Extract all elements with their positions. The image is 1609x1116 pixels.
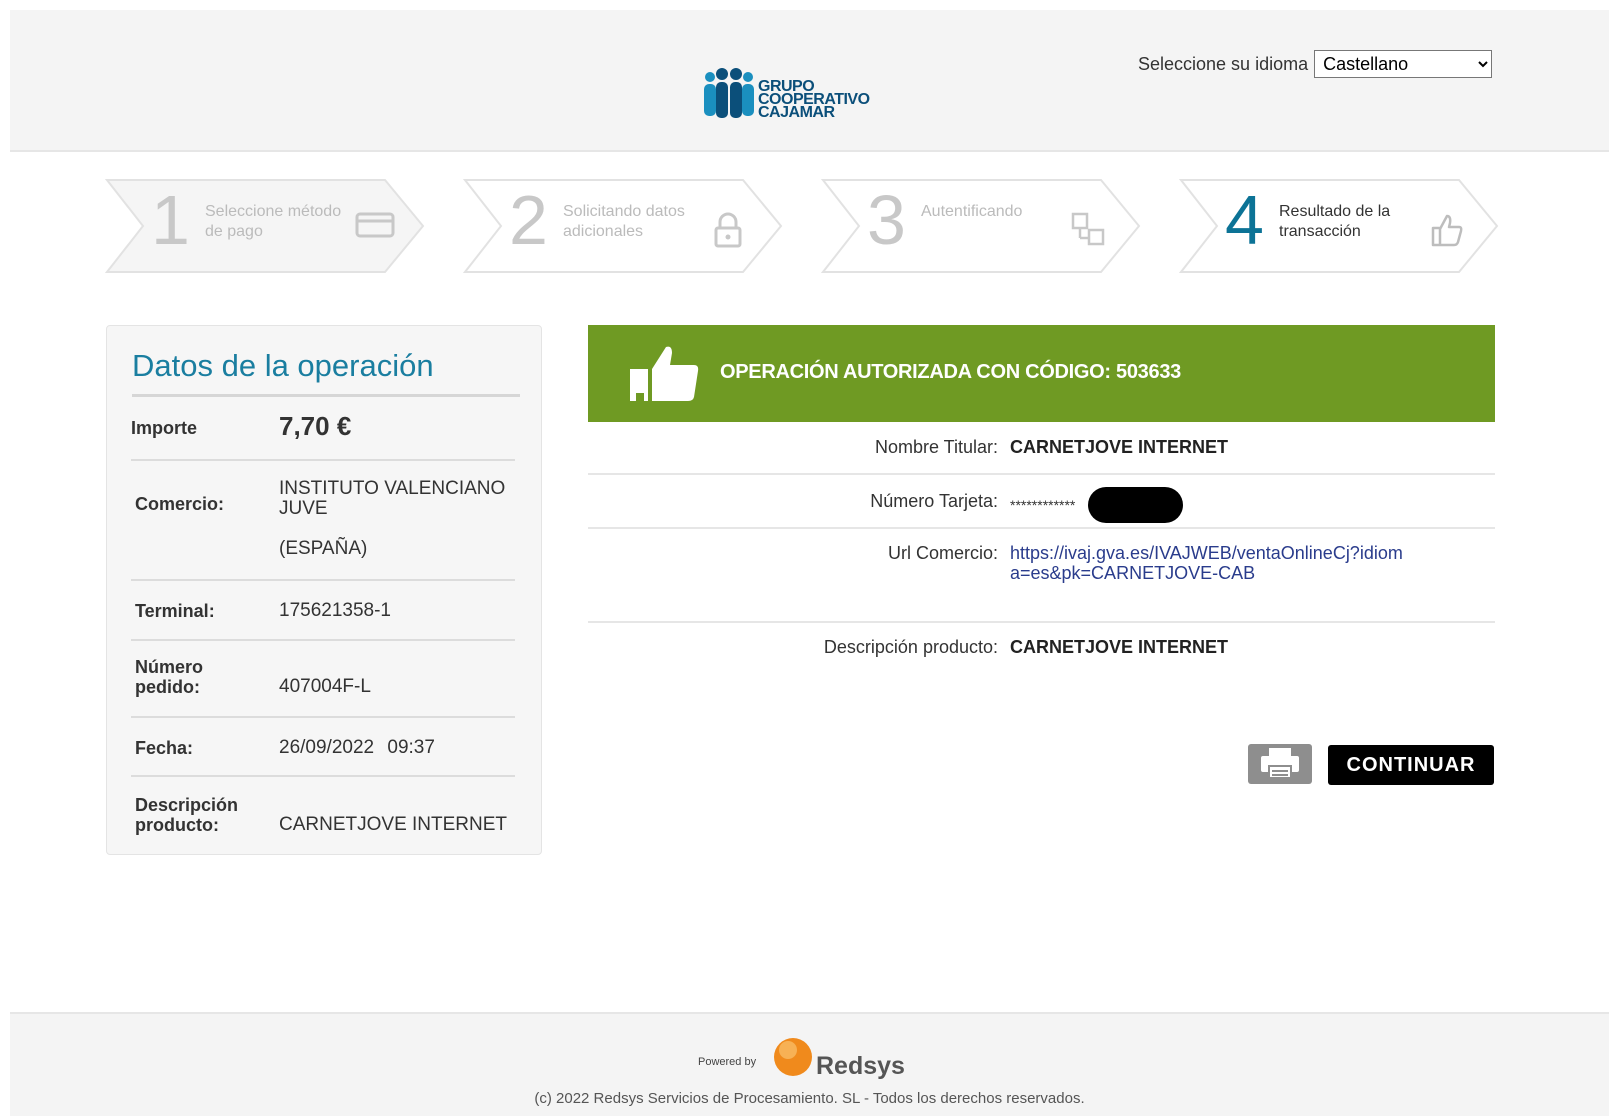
- operation-details-panel: Datos de la operación Importe 7,70 € Com…: [106, 325, 542, 855]
- progress-steps: 1 Seleccione método de pago 2 Solicitand…: [105, 178, 1505, 278]
- product-description-value: CARNETJOVE INTERNET: [1010, 637, 1229, 657]
- step-3: 3 Autentificando: [821, 178, 1141, 274]
- language-label: Seleccione su idioma: [1138, 53, 1309, 74]
- people-logo-icon: [704, 68, 754, 118]
- amount-value: 7,70 €: [279, 411, 352, 441]
- time-text: 09:37: [387, 737, 435, 758]
- merchant-label: Comercio:: [135, 494, 225, 514]
- copyright-text: (c) 2022 Redsys Servicios de Procesamien…: [534, 1090, 1085, 1107]
- url-label: Url Comercio:: [887, 543, 998, 563]
- thumbs-up-icon: [1431, 214, 1463, 247]
- step-label: Solicitando datos adicionales: [563, 203, 685, 240]
- card-row: Número Tarjeta: ************: [588, 475, 1495, 529]
- date-row: Fecha: 26/09/2022 09:37: [131, 718, 515, 777]
- holder-label: Nombre Titular:: [874, 437, 998, 457]
- continue-button[interactable]: CONTINUAR: [1328, 745, 1494, 785]
- printer-icon: [1261, 747, 1299, 779]
- page-footer: Powered by Redsys (c) 2022 Redsys Servic…: [10, 1012, 1609, 1116]
- page-header: GRUPO COOPERATIVO CAJAMAR Seleccione su …: [10, 10, 1609, 152]
- product-description-label: Descripción producto:: [823, 637, 998, 657]
- order-row: Número pedido: 407004F-L: [131, 641, 515, 718]
- terminal-value: 175621358-1: [279, 600, 391, 621]
- date-value: 26/09/2022 09:37: [279, 738, 435, 758]
- step-number: 2: [509, 181, 548, 259]
- step-1: 1 Seleccione método de pago: [105, 178, 425, 274]
- authorization-banner: OPERACIÓN AUTORIZADA CON CÓDIGO: 503633: [588, 325, 1495, 422]
- redsys-brand: Redsys: [816, 1052, 905, 1080]
- cajamar-logo: GRUPO COOPERATIVO CAJAMAR: [700, 68, 900, 128]
- date-label: Fecha:: [135, 738, 194, 758]
- step-number: 1: [151, 181, 190, 259]
- description-row: Descripción producto: CARNETJOVE INTERNE…: [131, 777, 515, 847]
- order-label: Número pedido:: [135, 657, 204, 697]
- credit-card-icon: [355, 212, 395, 238]
- order-value: 407004F-L: [279, 676, 371, 697]
- redacted-card-digits: [1088, 487, 1183, 523]
- redsys-logo-icon: [774, 1038, 812, 1076]
- step-label: Resultado de la transacción: [1279, 203, 1391, 240]
- description-value: CARNETJOVE INTERNET: [279, 814, 508, 835]
- language-select[interactable]: Castellano: [1314, 50, 1493, 78]
- amount-label: Importe: [131, 418, 198, 438]
- url-row: Url Comercio: https://ivaj.gva.es/IVAJWE…: [588, 529, 1495, 623]
- description-label: Descripción producto:: [135, 795, 239, 835]
- merchant-value: INSTITUTO VALENCIANO JUVE: [279, 478, 506, 519]
- card-number-masked: ************: [1010, 497, 1076, 513]
- card-label: Número Tarjeta:: [870, 491, 998, 511]
- merchant-row: Comercio: INSTITUTO VALENCIANO JUVE (ESP…: [131, 461, 515, 581]
- authorization-message: OPERACIÓN AUTORIZADA CON CÓDIGO: 503633: [720, 361, 1181, 383]
- product-description-row: Descripción producto: CARNETJOVE INTERNE…: [588, 623, 1495, 673]
- step-number: 4: [1225, 181, 1264, 259]
- thumbs-up-icon: [630, 346, 699, 401]
- panel-title: Datos de la operación: [132, 348, 520, 397]
- amount-row: Importe 7,70 €: [131, 396, 515, 461]
- step-label: Autentificando: [921, 203, 1023, 220]
- logo-text: GRUPO COOPERATIVO CAJAMAR: [758, 79, 870, 121]
- holder-row: Nombre Titular: CARNETJOVE INTERNET: [588, 425, 1495, 475]
- date-text: 26/09/2022: [279, 737, 375, 758]
- terminal-label: Terminal:: [135, 601, 215, 621]
- powered-by-label: Powered by: [698, 1056, 757, 1068]
- print-button[interactable]: [1248, 744, 1312, 784]
- step-4: 4 Resultado de la transacción: [1179, 178, 1499, 274]
- merchant-country: (ESPAÑA): [279, 538, 368, 559]
- step-number: 3: [867, 181, 906, 259]
- terminal-row: Terminal: 175621358-1: [131, 581, 515, 641]
- holder-value: CARNETJOVE INTERNET: [1010, 437, 1229, 457]
- authenticate-icon: [1071, 212, 1105, 246]
- step-2: 2 Solicitando datos adicionales: [463, 178, 783, 274]
- merchant-url[interactable]: https://ivaj.gva.es/IVAJWEB/ventaOnlineC…: [1010, 543, 1410, 583]
- language-selector: Seleccione su idioma Castellano: [1138, 50, 1493, 78]
- step-label: Seleccione método de pago: [205, 203, 342, 240]
- lock-icon: [714, 212, 742, 248]
